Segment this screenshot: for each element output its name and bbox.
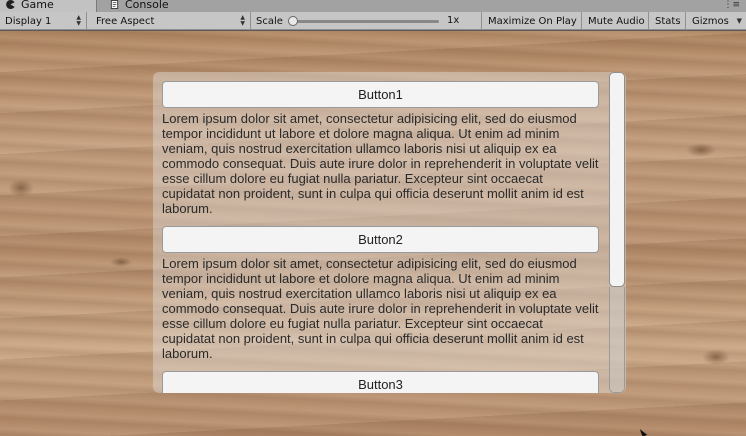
scale-slider-track[interactable] <box>291 20 439 23</box>
scale-value: 1x <box>447 15 460 26</box>
button-2[interactable]: Button2 <box>162 226 599 253</box>
lorem-paragraph: Lorem ipsum dolor sit amet, consectetur … <box>162 111 599 216</box>
panel-menu-icon[interactable]: ⋮≡ <box>723 0 740 10</box>
pacman-icon <box>6 0 15 9</box>
lorem-paragraph: Lorem ipsum dolor sit amet, consectetur … <box>162 256 599 361</box>
vertical-scrollbar[interactable] <box>608 72 626 393</box>
aspect-dropdown-label: Free Aspect <box>96 15 155 27</box>
scale-control: Scale 1x <box>251 12 482 30</box>
scroll-view[interactable]: Button1 Lorem ipsum dolor sit amet, cons… <box>153 72 626 393</box>
tab-console[interactable]: Console <box>108 0 198 12</box>
wood-knot <box>686 143 716 157</box>
wood-knot <box>8 179 34 197</box>
mute-audio-toggle[interactable]: Mute Audio <box>583 12 649 30</box>
button-1[interactable]: Button1 <box>162 81 599 108</box>
tab-game-label: Game <box>21 0 54 11</box>
game-toolbar: Display 1 ▲ ▼ Free Aspect ▲ ▼ Scale 1x Max… <box>0 12 746 30</box>
tab-game[interactable]: Game <box>0 0 97 12</box>
mute-audio-label: Mute Audio <box>588 15 645 27</box>
display-dropdown[interactable]: Display 1 ▲ ▼ <box>0 12 87 30</box>
maximize-on-play-label: Maximize On Play <box>488 15 577 27</box>
console-icon <box>110 0 119 9</box>
display-dropdown-label: Display 1 <box>5 15 52 27</box>
dropdown-arrow-icon: ▼ <box>736 17 742 25</box>
scrollbar-thumb[interactable] <box>609 72 625 287</box>
updown-arrows-icon: ▲ ▼ <box>76 14 81 27</box>
scroll-view-content: Button1 Lorem ipsum dolor sit amet, cons… <box>162 81 599 393</box>
maximize-on-play-toggle[interactable]: Maximize On Play <box>483 12 582 30</box>
stats-label: Stats <box>655 15 681 27</box>
wood-knot <box>110 257 132 267</box>
scale-label: Scale <box>256 15 283 27</box>
gizmos-label: Gizmos <box>692 15 729 27</box>
updown-arrows-icon: ▲ ▼ <box>240 14 245 27</box>
scale-slider-thumb[interactable] <box>288 16 298 26</box>
window-tab-bar: Game Console ⋮≡ <box>0 0 746 12</box>
stats-toggle[interactable]: Stats <box>650 12 686 30</box>
tab-console-label: Console <box>125 0 169 11</box>
gizmos-dropdown[interactable]: Gizmos ▼ <box>687 12 746 30</box>
aspect-dropdown[interactable]: Free Aspect ▲ ▼ <box>91 12 251 30</box>
scrollbar-track[interactable] <box>609 287 625 393</box>
wood-knot <box>702 349 730 365</box>
button-3[interactable]: Button3 <box>162 371 599 393</box>
